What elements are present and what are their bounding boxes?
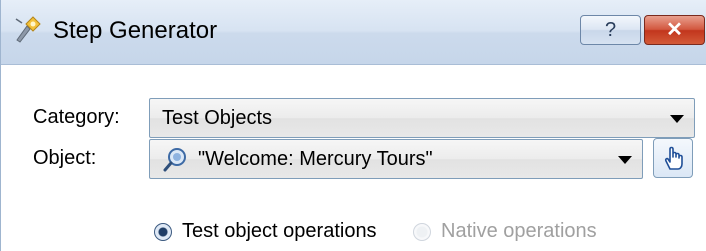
category-label: Category: bbox=[33, 106, 120, 128]
hand-pointer-icon bbox=[660, 144, 688, 177]
object-spy-icon bbox=[162, 147, 188, 173]
window-title: Step Generator bbox=[53, 17, 218, 44]
category-dropdown[interactable]: Test Objects bbox=[149, 98, 695, 138]
object-value: "Welcome: Mercury Tours" bbox=[198, 148, 433, 170]
native-operations-radio bbox=[413, 223, 431, 241]
step-generator-dialog: Step Generator ? ✕ Category: Test Object… bbox=[0, 0, 706, 251]
pick-object-button[interactable] bbox=[653, 138, 693, 178]
chevron-down-icon bbox=[618, 156, 632, 164]
native-operations-label: Native operations bbox=[441, 220, 597, 242]
test-object-operations-label[interactable]: Test object operations bbox=[182, 220, 377, 243]
help-button[interactable]: ? bbox=[580, 15, 641, 45]
object-dropdown[interactable]: "Welcome: Mercury Tours" bbox=[149, 139, 643, 179]
object-label: Object: bbox=[33, 147, 97, 169]
step-generator-icon bbox=[13, 14, 43, 44]
title-bar[interactable]: Step Generator ? ✕ bbox=[1, 0, 706, 65]
chevron-down-icon bbox=[670, 115, 684, 123]
category-value: Test Objects bbox=[162, 107, 273, 129]
test-object-operations-radio[interactable] bbox=[154, 223, 172, 241]
close-button[interactable]: ✕ bbox=[644, 15, 705, 45]
